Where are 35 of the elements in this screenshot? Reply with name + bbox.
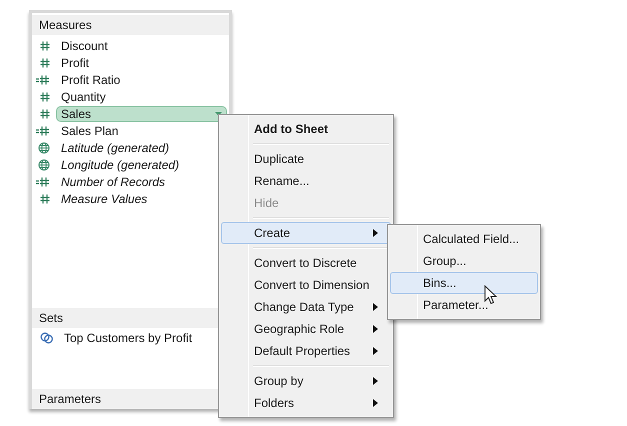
number-icon	[40, 58, 50, 68]
submenu-arrow-icon	[373, 347, 378, 355]
menu-item[interactable]: Rename...	[221, 170, 391, 192]
set-item[interactable]: Top Customers by Profit	[64, 329, 192, 347]
menu-item[interactable]: Group by	[221, 370, 391, 392]
globe-icon	[38, 158, 50, 170]
field-item[interactable]: Profit Ratio	[56, 72, 227, 88]
calculated-number-icon	[36, 176, 50, 186]
field-item[interactable]: Sales	[56, 106, 227, 122]
submenu-arrow-icon	[373, 303, 378, 311]
number-icon	[40, 108, 50, 118]
calculated-number-icon	[36, 74, 50, 84]
section-header: Measures	[32, 15, 229, 35]
calculated-number-icon	[36, 126, 50, 136]
menu-item[interactable]: Create	[221, 222, 391, 244]
number-icon	[40, 40, 50, 50]
sets-icon	[40, 332, 54, 344]
submenu-arrow-icon	[373, 325, 378, 333]
submenu-arrow-icon	[373, 399, 378, 407]
submenu-arrow-icon	[373, 377, 378, 385]
menu-item[interactable]: Calculated Field...	[390, 228, 538, 250]
field-item[interactable]: Profit	[56, 54, 227, 70]
menu-item[interactable]: Bins...	[390, 272, 538, 294]
menu-item[interactable]: Convert to Discrete	[221, 252, 391, 274]
field-item[interactable]: Discount	[56, 38, 227, 54]
number-icon	[40, 92, 50, 102]
menu-item[interactable]: Duplicate	[221, 148, 391, 170]
menu-item[interactable]: Parameter...	[390, 294, 538, 316]
submenu-arrow-icon	[373, 229, 378, 237]
menu-item[interactable]: Convert to Dimension	[221, 274, 391, 296]
number-icon	[40, 194, 50, 204]
globe-icon	[38, 142, 50, 154]
menu-item[interactable]: Default Properties	[221, 340, 391, 362]
menu-item[interactable]: Group...	[390, 250, 538, 272]
field-item[interactable]: Quantity	[56, 88, 227, 104]
